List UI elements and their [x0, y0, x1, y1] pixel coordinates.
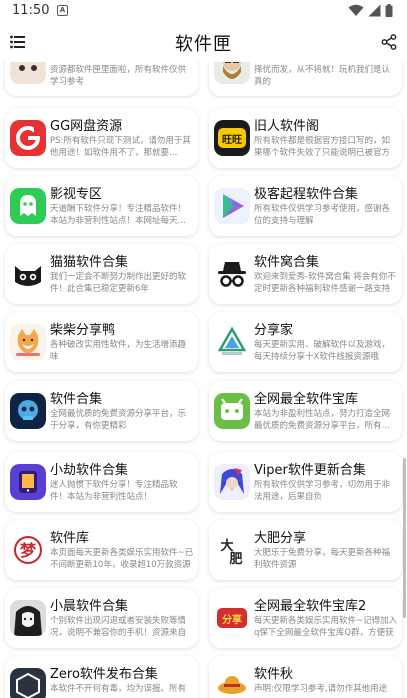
- card-ruanjianqiu[interactable]: 软件秋 声明:仅限学习参考,请勿作其他用途: [209, 656, 402, 698]
- card-title: 全网最全软件宝库: [254, 392, 359, 407]
- card-jike[interactable]: 极客起程软件合集 所有软件仅供学习参考使用，感谢各位的支持与理解: [209, 176, 402, 236]
- card-title: Viper软件更新合集: [254, 463, 366, 478]
- card-desc: 本页面每天更新各类娱乐实用软件~已不间断更新10年，收录超10万款资源: [50, 548, 194, 570]
- card-desc: 本软件不开何有毒，均为误报。所有: [50, 684, 187, 694]
- triangle-logo-icon: [214, 324, 250, 360]
- card-desc: 所有软件仅供学习参考，切勿用于非法用途，后果自负: [254, 480, 391, 502]
- card-title: 猫猫软件合集: [50, 255, 129, 270]
- spy-hat-icon: [214, 256, 250, 292]
- glow-skull-icon: [10, 393, 46, 429]
- bearded-man-icon: [214, 62, 250, 84]
- ghost-icon: [10, 188, 46, 224]
- notification-icon: A: [57, 5, 68, 16]
- svg-text:梦: 梦: [20, 541, 37, 560]
- card-ruanjianwo[interactable]: 软件窝合集 欢迎来到爱秀-软件窝合集 将会有你不定时更新各种福利软件感谢一路支持: [209, 244, 402, 304]
- status-icons: [348, 4, 393, 17]
- card-desc: 本站为非盈利性站点，努力打造全网最优质的免费资源分享平台，所有…: [254, 409, 391, 431]
- card-ruanjian-heji[interactable]: 软件合集 全网最优质的免费资源分享平台，乐于分享，有你更精彩: [5, 381, 198, 441]
- card-desc: 所有软件仅供学习参考使用，感谢各位的支持与理解: [254, 204, 391, 226]
- wang-yellow-icon: 旺旺: [214, 120, 250, 156]
- card-xiaojie[interactable]: 小劫软件合集 迷人抛惯下软件分享！专注精品软件！本站为非营利性站点！: [5, 452, 198, 512]
- fenxiang-red-icon: 分享: [214, 600, 250, 636]
- anime-avatar-icon: [214, 464, 250, 500]
- card-title: 极客起程软件合集: [254, 187, 359, 202]
- app-title: 软件匣: [175, 34, 232, 55]
- card-desc: PS:所有软件只现下测试，请勿用于其他用途！如软件用不了，那就要…: [50, 136, 191, 158]
- card-zero[interactable]: Zero软件发布合集 本软件不开何有毒，均为误报。所有: [5, 656, 198, 698]
- card-desc: 我们一定会不断努力制作出更好的软件！此合集已稳定更新6年: [50, 272, 187, 294]
- card-desc: 全网最优质的免费资源分享平台，乐于分享，有你更精彩: [50, 409, 187, 431]
- card-desc: 每天更新实用、破解软件以及游戏，每天持续分享十X软件线报资源哦: [254, 340, 391, 362]
- card-viper[interactable]: Viper软件更新合集 所有软件仅供学习参考，切勿用于非法用途，后果自负: [209, 452, 402, 512]
- card-quanwang-baoku[interactable]: 全网最全软件宝库 本站为非盈利性站点，努力打造全网最优质的免费资源分享平台，所有…: [209, 381, 402, 441]
- svg-text:肥: 肥: [229, 551, 242, 567]
- status-bar: 11:50 A: [0, 0, 407, 24]
- card-title: 软件窝合集: [254, 255, 320, 270]
- card-desc: 各种破改实用性软件，为生活增添趣味: [50, 340, 187, 362]
- card-title: GG网盘资源: [50, 119, 123, 134]
- card-title: 软件库: [50, 531, 90, 546]
- play-triangle-icon: [214, 188, 250, 224]
- card-title: 软件合集: [50, 392, 103, 407]
- zero-icon: [10, 668, 46, 698]
- card-desc: 个别软件出现闪退或者安装失败等情况，说明不兼容你的手机！资源来自网络: [50, 616, 187, 638]
- card-xiaochen[interactable]: 小晨软件合集 个别软件出现闪退或者安装失败等情况，说明不兼容你的手机！资源来自网…: [5, 588, 198, 648]
- card-desc: 大肥乐于免费分享，每天更新各种福利软件资源: [254, 548, 391, 570]
- card-desc: 每天更新各类娱乐实用软件~记得加入q保下全网最全软件宝库Q群，方便获取…: [254, 616, 398, 638]
- partial-card-left-desc: 资源都软件匣里面啦，所有软件仅供学习参考: [50, 65, 187, 87]
- card-title: 大肥分享: [254, 531, 307, 546]
- card-title: 全网最全软件宝库2: [254, 599, 367, 614]
- card-title: Zero软件发布合集: [50, 667, 158, 682]
- card-title: 小晨软件合集: [50, 599, 129, 614]
- gg-logo-icon: [10, 120, 46, 156]
- tablet-icon: [10, 464, 46, 500]
- card-maomao[interactable]: 猫猫软件合集 我们一定会不断努力制作出更好的软件！此合集已稳定更新6年: [5, 244, 198, 304]
- dark-girl-icon: [10, 600, 46, 636]
- signal-icon: [368, 4, 381, 17]
- svg-text:分享: 分享: [222, 613, 242, 626]
- card-gg-wangpan[interactable]: GG网盘资源 PS:所有软件只现下测试，请勿用于其他用途！如软件用不了，那就要…: [5, 108, 198, 168]
- calligraphy-icon: 梦: [10, 532, 46, 568]
- shiba-icon: [10, 324, 46, 360]
- svg-text:旺旺: 旺旺: [222, 134, 242, 146]
- wifi-icon: [348, 4, 364, 16]
- card-title: 分享家: [254, 323, 294, 338]
- partial-row: 资源都软件匣里面啦，所有软件仅供学习参考 择优而发，从不将就！玩机我们是认真的: [0, 62, 407, 98]
- scrollbar-thumb[interactable]: [403, 458, 406, 618]
- card-ruanjianku[interactable]: 梦 软件库 本页面每天更新各类娱乐实用软件~已不间断更新10年，收录超10万款资…: [5, 520, 198, 580]
- black-cat-icon: [10, 256, 46, 292]
- android-icon: [214, 393, 250, 429]
- status-time: 11:50: [12, 3, 50, 18]
- card-yingshi[interactable]: 影视专区 天道酬下软件分享！专注精品软件！本站为非营利性站点！本网址每天…: [5, 176, 198, 236]
- card-title: 小劫软件合集: [50, 463, 129, 478]
- card-desc: 天道酬下软件分享！专注精品软件！本站为非营利性站点！本网址每天…: [50, 204, 187, 226]
- dafei-ink-icon: 大肥: [214, 532, 250, 568]
- battery-icon: [385, 4, 393, 17]
- card-fenxiangjia[interactable]: 分享家 每天更新实用、破解软件以及游戏，每天持续分享十X软件线报资源哦: [209, 312, 402, 372]
- card-title: 影视专区: [50, 187, 103, 202]
- card-title: 软件秋: [254, 667, 294, 682]
- anime-face-icon: [10, 62, 46, 84]
- card-dafei[interactable]: 大肥 大肥分享 大肥乐于免费分享，每天更新各种福利软件资源: [209, 520, 402, 580]
- card-jiuren[interactable]: 旺旺 旧人软件阁 所有软件都是根据官方接口写的，如果哪个软件失效了只能说明已被官…: [209, 108, 402, 168]
- share-icon[interactable]: [381, 34, 397, 50]
- partial-card-left[interactable]: 资源都软件匣里面啦，所有软件仅供学习参考: [5, 62, 198, 96]
- partial-card-right-desc: 择优而发，从不将就！玩机我们是认真的: [254, 65, 391, 87]
- card-desc: 迷人抛惯下软件分享！专注精品软件！本站为非营利性站点！: [50, 480, 178, 502]
- card-desc: 欢迎来到爱秀-软件窝合集 将会有你不定时更新各种福利软件感谢一路支持: [254, 272, 396, 294]
- card-desc: 所有软件都是根据官方接口写的，如果哪个软件失效了只能说明已被官方修复！: [254, 136, 391, 158]
- cartoon-hat-icon: [214, 668, 250, 698]
- card-desc: 声明:仅限学习参考,请勿作其他用途: [254, 684, 388, 694]
- app-bar: 软件匣: [0, 24, 407, 62]
- card-chaichai[interactable]: 柴柴分享鸭 各种破改实用性软件，为生活增添趣味: [5, 312, 198, 372]
- partial-card-right[interactable]: 择优而发，从不将就！玩机我们是认真的: [209, 62, 402, 96]
- card-quanwang-baoku2[interactable]: 分享 全网最全软件宝库2 每天更新各类娱乐实用软件~记得加入q保下全网最全软件宝…: [209, 588, 402, 648]
- card-title: 旧人软件阁: [254, 119, 320, 134]
- card-title: 柴柴分享鸭: [50, 323, 116, 338]
